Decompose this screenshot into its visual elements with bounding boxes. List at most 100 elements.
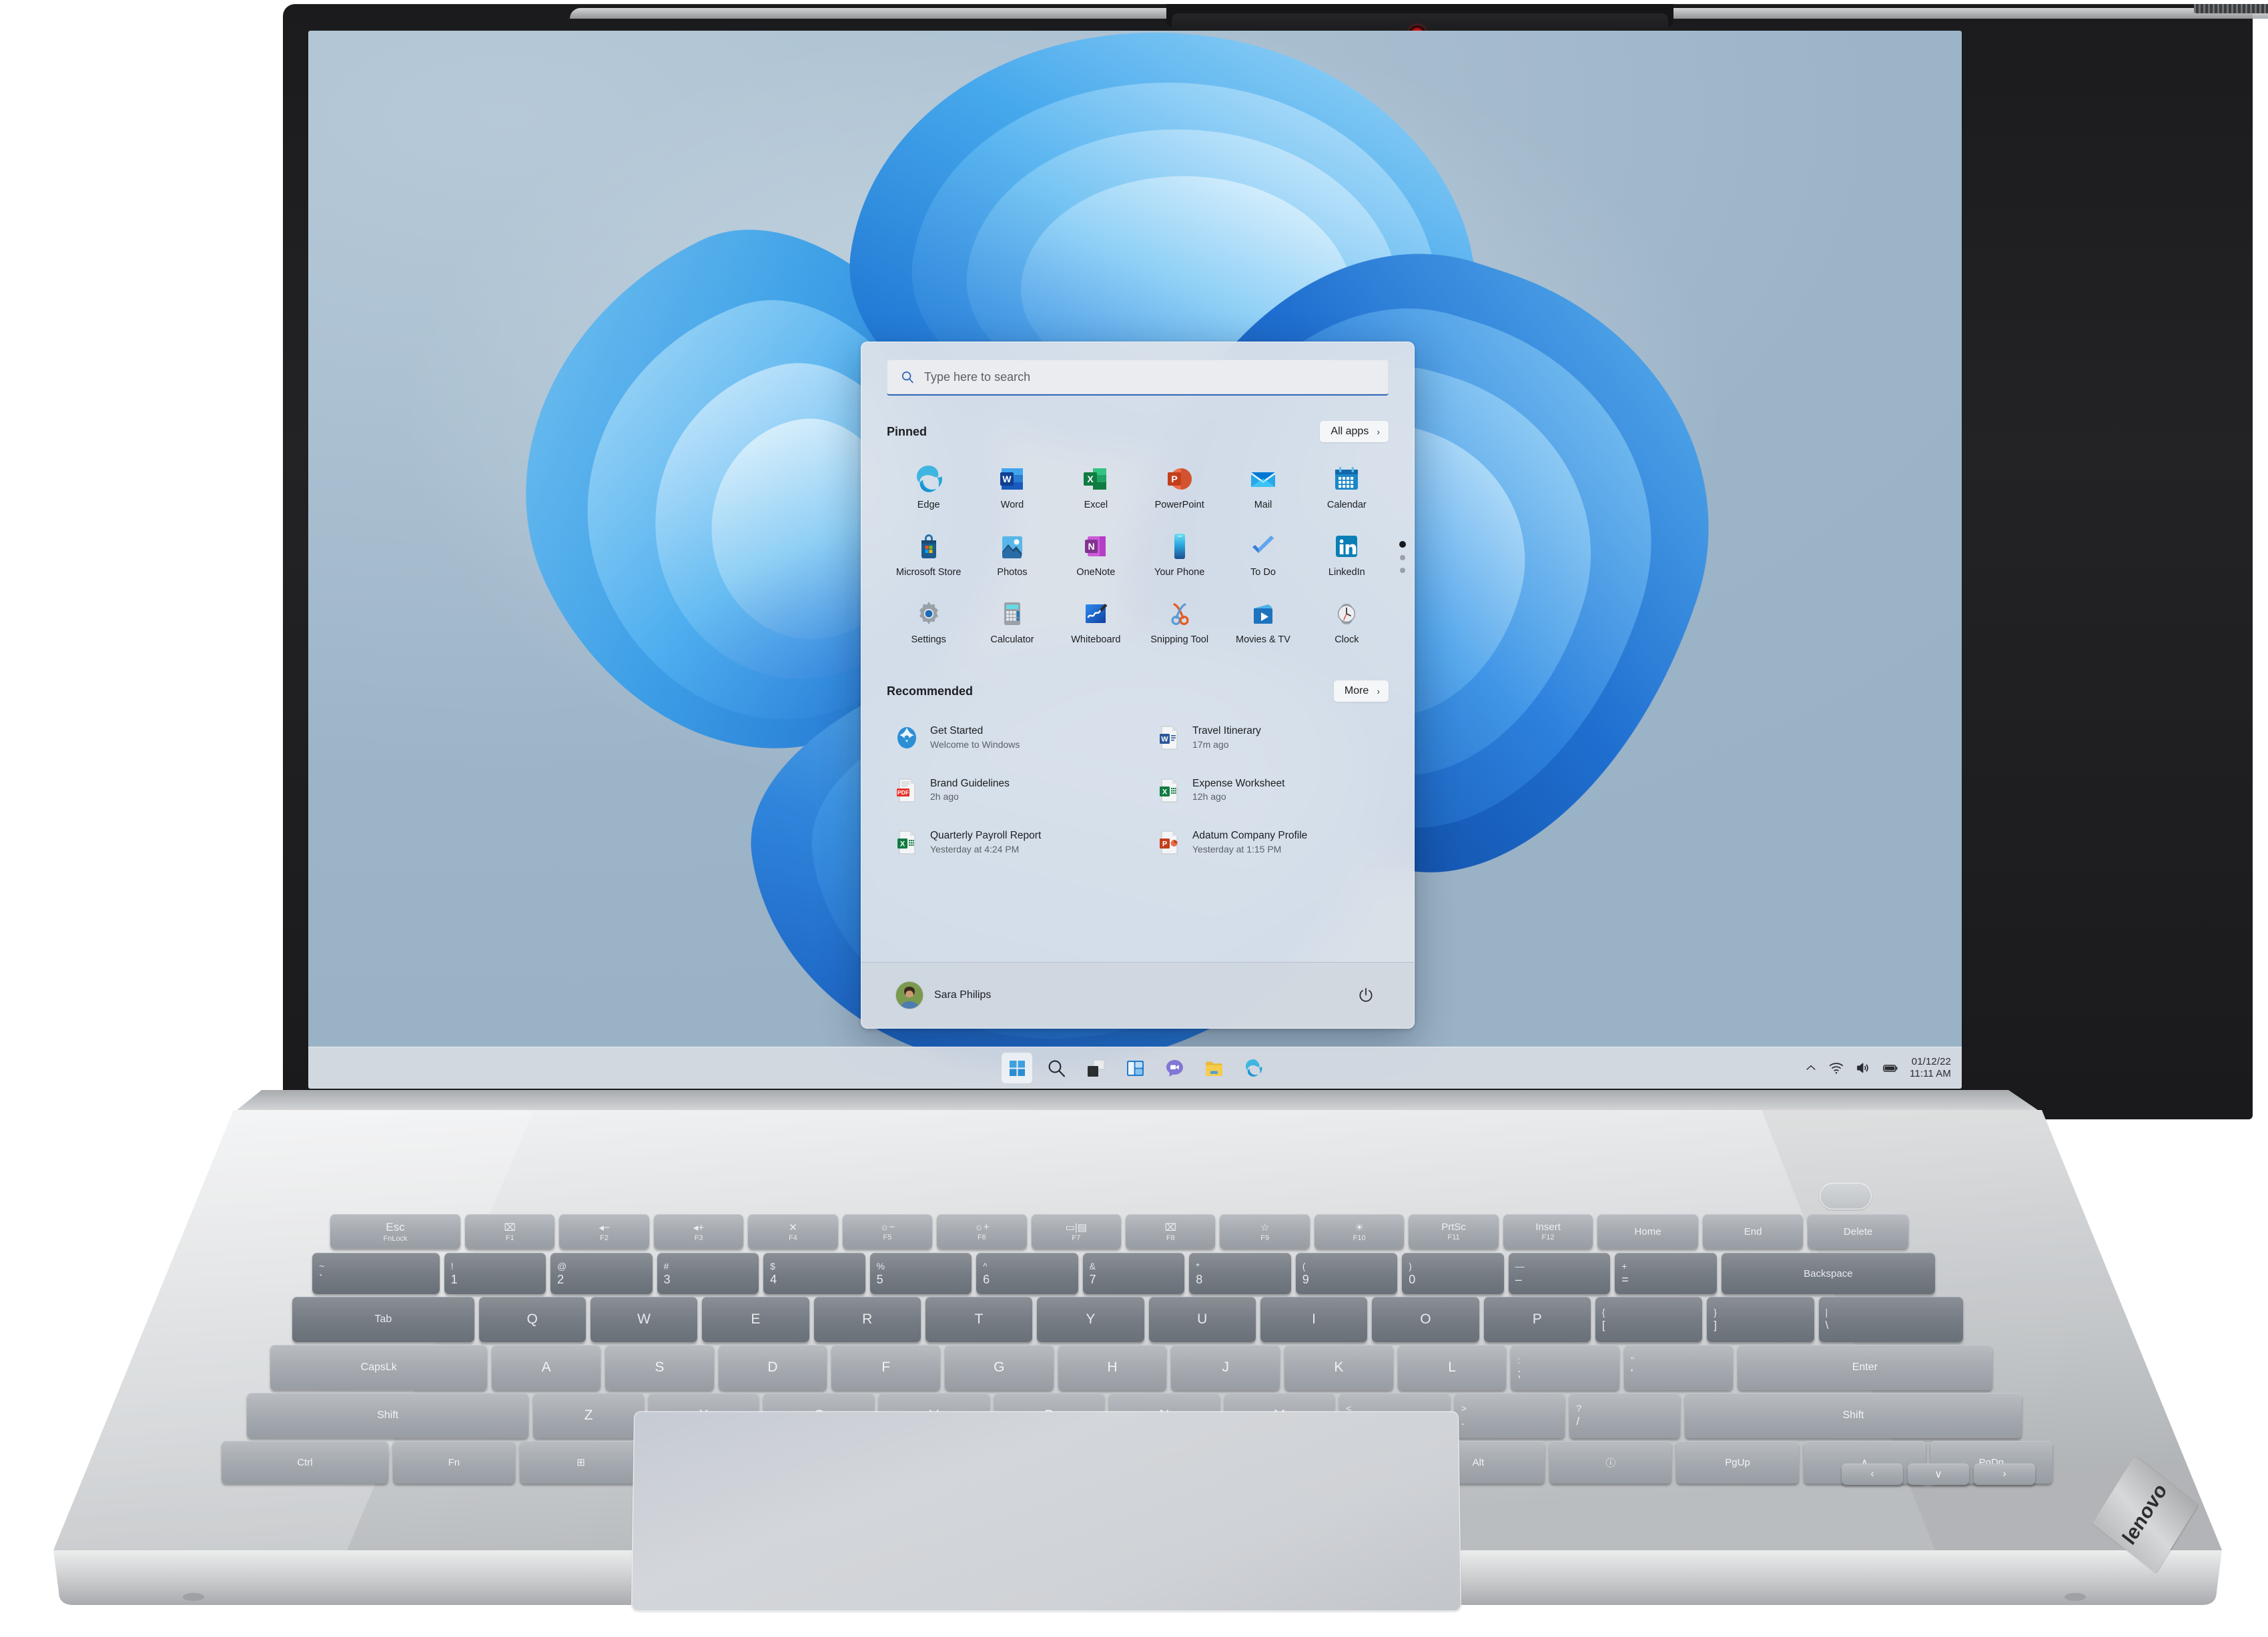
key-ctrl[interactable]: Ctrl [222,1441,388,1484]
key-`[interactable]: ~ ` [312,1253,440,1294]
key-k[interactable]: K [1284,1345,1393,1390]
pinned-app-calendar[interactable]: Calendar [1305,457,1389,515]
key-f10[interactable]: ☀ F10 [1314,1214,1405,1249]
more-button[interactable]: More › [1333,680,1389,702]
chevron-up-icon[interactable] [1804,1061,1818,1075]
pinned-app-word[interactable]: W Word [970,457,1054,515]
start-button[interactable] [1002,1053,1032,1083]
key-fnlock[interactable]: Esc FnLock [330,1214,460,1249]
key-[interactable]: ? / [1569,1393,1680,1438]
search-button[interactable] [1041,1053,1072,1083]
key-arrow-down[interactable]: ∨ [1908,1464,1969,1485]
key-f8[interactable]: ⌧ F8 [1126,1214,1216,1249]
key-a[interactable]: A [492,1345,601,1390]
key-f12[interactable]: Insert F12 [1503,1214,1593,1249]
key-–[interactable]: — – [1508,1253,1611,1294]
key-o[interactable]: O [1372,1297,1479,1342]
recommended-item[interactable]: X Expense Worksheet 12h ago [1149,772,1389,810]
pinned-app-powerpoint[interactable]: P PowerPoint [1138,457,1221,515]
key-[interactable]: {[ [1595,1297,1703,1342]
key-=[interactable]: + = [1615,1253,1717,1294]
key-f9[interactable]: ☆ F9 [1220,1214,1310,1249]
key-l[interactable]: L [1397,1345,1507,1390]
start-search-bar[interactable]: Type here to search [887,360,1389,396]
recommended-item[interactable]: PDF Brand Guidelines 2h ago [887,772,1126,810]
pinned-app-clock[interactable]: Clock [1305,592,1389,650]
page-dot-1[interactable] [1399,541,1406,548]
key-pgup[interactable]: PgUp [1676,1441,1799,1484]
key-r[interactable]: R [813,1297,921,1342]
key-[interactable]: }] [1707,1297,1814,1342]
key-shift[interactable]: Shift [1684,1393,2022,1438]
file-explorer-button[interactable] [1198,1053,1229,1083]
pinned-pagination[interactable] [1399,541,1406,573]
edge-button[interactable] [1238,1053,1268,1083]
key-f3[interactable]: ◂+ F3 [653,1214,744,1249]
key-4[interactable]: $4 [763,1253,865,1294]
key-f1[interactable]: ⌧ F1 [464,1214,555,1249]
key-2[interactable]: @2 [550,1253,653,1294]
key-tab[interactable]: Tab [292,1297,474,1342]
pinned-app-microsoft-store[interactable]: Microsoft Store [887,524,970,582]
pinned-app-photos[interactable]: Photos [970,524,1054,582]
key-h[interactable]: H [1058,1345,1167,1390]
key-f2[interactable]: ◂− F2 [559,1214,649,1249]
pinned-app-excel[interactable]: X Excel [1054,457,1138,515]
key-j[interactable]: J [1171,1345,1280,1390]
key-arrow-left[interactable]: ‹ [1842,1464,1903,1485]
key-t[interactable]: T [925,1297,1033,1342]
key-[interactable]: >. [1454,1393,1565,1438]
page-dot-3[interactable] [1400,568,1405,573]
clock-area[interactable]: 01/12/22 11:11 AM [1910,1056,1951,1079]
power-fingerprint-button[interactable] [1820,1183,1872,1209]
pinned-app-settings[interactable]: Settings [887,592,970,650]
key-d[interactable]: D [718,1345,827,1390]
key-7[interactable]: & 7 [1082,1253,1185,1294]
battery-icon[interactable] [1882,1059,1899,1077]
pinned-app-onenote[interactable]: N OneNote [1054,524,1138,582]
key-capslk[interactable]: CapsLk [270,1345,488,1390]
key-[interactable]: ⓘ [1549,1441,1672,1484]
wifi-icon[interactable] [1828,1060,1844,1076]
recommended-item[interactable]: P Adatum Company Profile Yesterday at 1:… [1149,824,1389,862]
key-[interactable]: | \ [1818,1297,1963,1342]
key-home[interactable]: Home [1597,1214,1698,1249]
pinned-app-your-phone[interactable]: Your Phone [1138,524,1221,582]
key-s[interactable]: S [605,1345,714,1390]
pinned-app-edge[interactable]: Edge [887,457,970,515]
key-u[interactable]: U [1148,1297,1256,1342]
key-z[interactable]: Z [533,1393,644,1438]
key-f7[interactable]: ▭|▤ F7 [1031,1214,1122,1249]
widgets-button[interactable] [1120,1053,1150,1083]
power-button[interactable] [1353,982,1379,1009]
key-f5[interactable]: ☼− F5 [842,1214,933,1249]
key-[interactable]: ⊞ [519,1441,643,1484]
key-9[interactable]: (9 [1295,1253,1398,1294]
key-f[interactable]: F [831,1345,940,1390]
page-dot-2[interactable] [1400,555,1405,560]
key-1[interactable]: ! 1 [444,1253,546,1294]
key-q[interactable]: Q [478,1297,586,1342]
key-3[interactable]: #3 [657,1253,759,1294]
trackpad[interactable] [631,1411,1462,1612]
key-backspace[interactable]: Backspace [1721,1253,1935,1294]
recommended-item[interactable]: X Quarterly Payroll Report Yesterday at … [887,824,1126,862]
pinned-app-whiteboard[interactable]: Whiteboard [1054,592,1138,650]
user-account-button[interactable]: Sara Philips [896,982,991,1009]
key-fn[interactable]: Fn [392,1441,515,1484]
pinned-app-snipping-tool[interactable]: Snipping Tool [1138,592,1221,650]
task-view-button[interactable] [1080,1053,1111,1083]
key-[interactable]: :; [1511,1345,1620,1390]
key-w[interactable]: W [590,1297,698,1342]
key-f11[interactable]: PrtSc F11 [1409,1214,1499,1249]
key-delete[interactable]: Delete [1808,1214,1908,1249]
key-f6[interactable]: ☼+ F6 [937,1214,1027,1249]
key-arrow-right[interactable]: › [1974,1464,2035,1485]
key-8[interactable]: * 8 [1189,1253,1291,1294]
recommended-item[interactable]: W Travel Itinerary 17m ago [1149,719,1389,757]
pinned-app-movies-tv[interactable]: Movies & TV [1221,592,1304,650]
pinned-app-mail[interactable]: Mail [1221,457,1304,515]
key-0[interactable]: ) 0 [1402,1253,1504,1294]
chat-button[interactable] [1159,1053,1190,1083]
key-end[interactable]: End [1702,1214,1804,1249]
